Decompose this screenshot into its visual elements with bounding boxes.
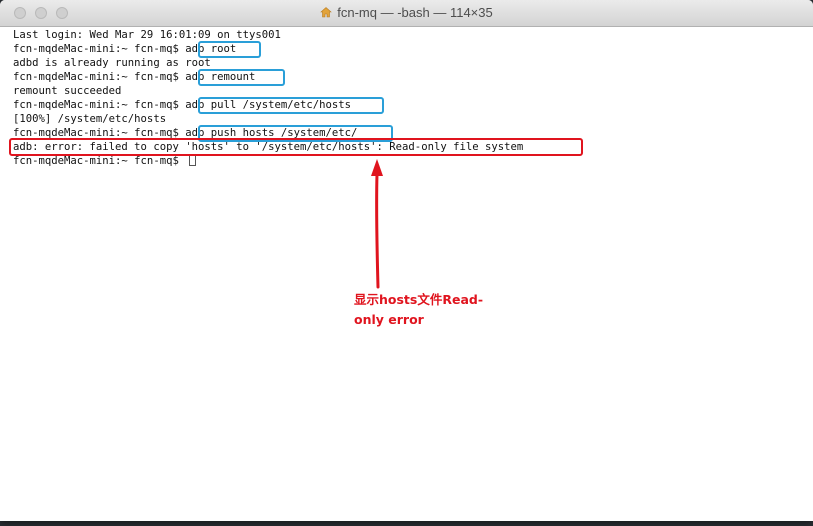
shell-prompt: fcn-mqdeMac-mini:~ fcn-mq$: [13, 43, 186, 55]
terminal-line-current-prompt: fcn-mqdeMac-mini:~ fcn-mq$: [13, 154, 197, 168]
highlight-box-adb-pull: [198, 97, 384, 114]
terminal-line-login: Last login: Wed Mar 29 16:01:09 on ttys0…: [13, 29, 281, 41]
window-title-area: fcn-mq — -bash — 114×35: [0, 5, 813, 20]
shell-prompt: fcn-mqdeMac-mini:~ fcn-mq$: [13, 71, 186, 83]
terminal-line-output: adbd is already running as root: [13, 57, 211, 69]
terminal-window[interactable]: fcn-mq — -bash — 114×35 Last login: Wed …: [0, 0, 813, 521]
highlight-box-adb-root: [198, 41, 261, 58]
window-title: fcn-mq — -bash — 114×35: [337, 5, 493, 20]
annotation-line-1: 显示hosts文件Read-: [354, 292, 484, 307]
shell-prompt: fcn-mqdeMac-mini:~ fcn-mq$: [13, 99, 186, 111]
annotation-line-2: only error: [354, 312, 424, 327]
annotation-text: 显示hosts文件Read- only error: [354, 290, 504, 330]
home-icon: [320, 7, 333, 18]
terminal-line-output: [100%] /system/etc/hosts: [13, 113, 167, 125]
title-bar[interactable]: fcn-mq — -bash — 114×35: [0, 0, 813, 27]
highlight-box-adb-remount: [198, 69, 285, 86]
highlight-box-error: [9, 138, 583, 156]
terminal-line-output: remount succeeded: [13, 85, 122, 97]
shell-prompt: fcn-mqdeMac-mini:~ fcn-mq$: [13, 155, 186, 167]
terminal-content[interactable]: Last login: Wed Mar 29 16:01:09 on ttys0…: [0, 27, 813, 521]
